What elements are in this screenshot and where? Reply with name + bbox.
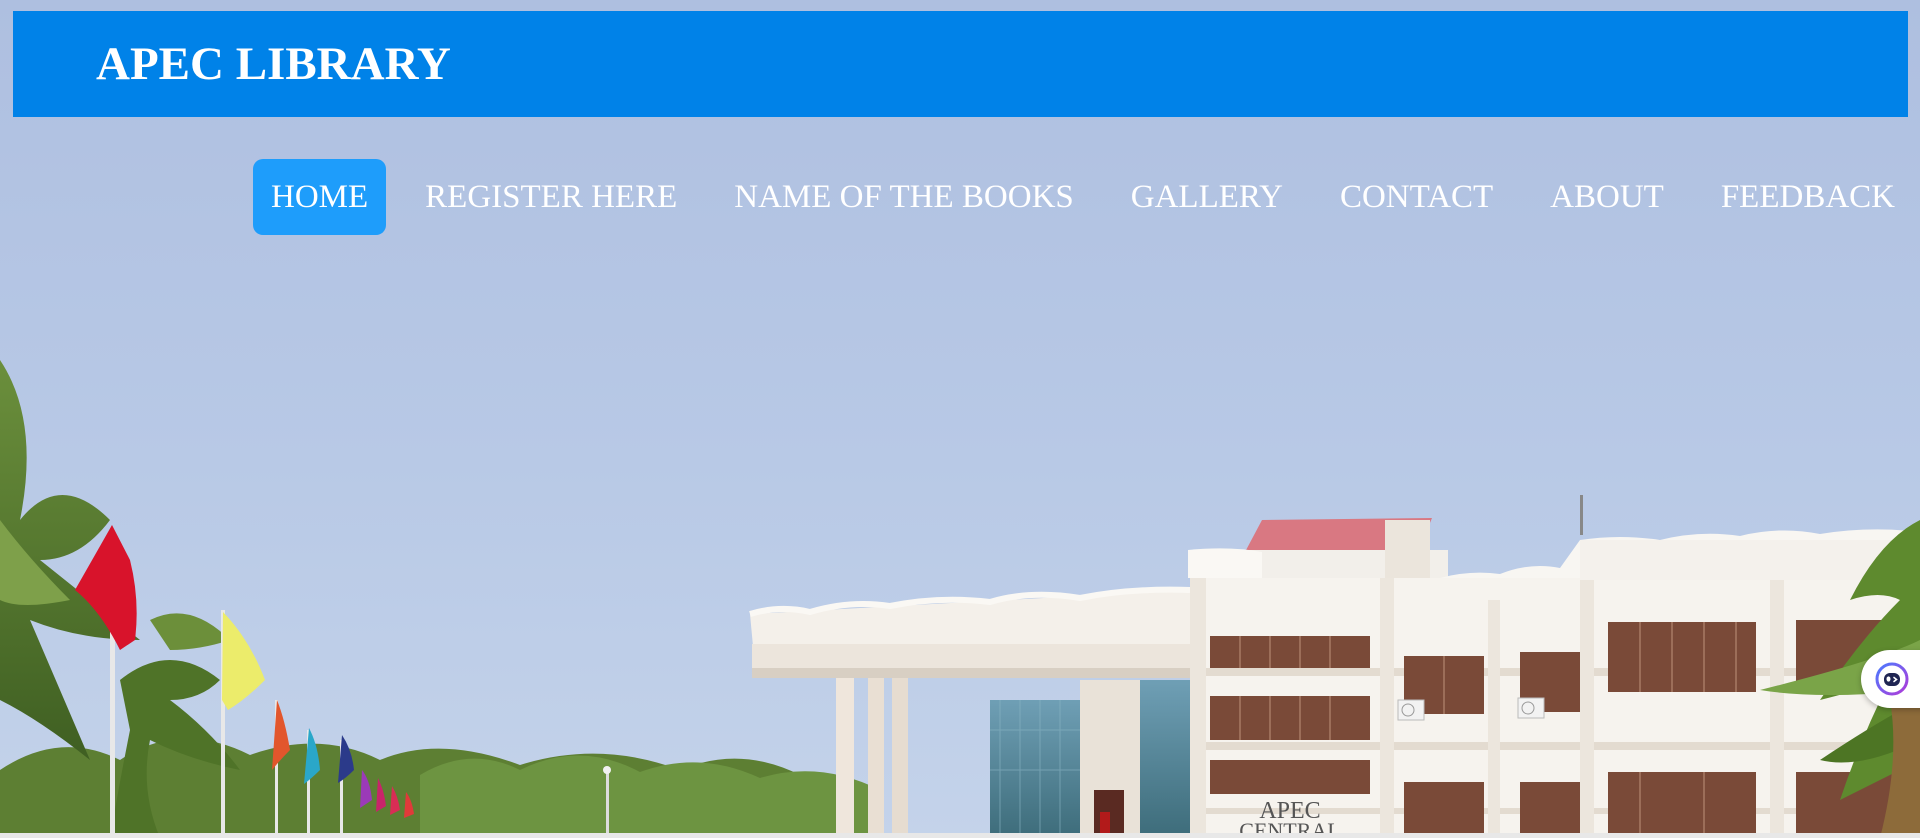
- header-bar: APEC LIBRARY: [13, 11, 1908, 117]
- site-title: APEC LIBRARY: [96, 38, 451, 90]
- nav-item-gallery[interactable]: GALLERY: [1113, 159, 1301, 235]
- nav-item-name-of-the-books[interactable]: NAME OF THE BOOKS: [716, 159, 1092, 235]
- assistant-widget-button[interactable]: [1861, 650, 1920, 708]
- nav-item-home[interactable]: HOME: [253, 159, 387, 235]
- nav-item-contact[interactable]: CONTACT: [1322, 159, 1511, 235]
- main-nav: HOME REGISTER HERE NAME OF THE BOOKS GAL…: [253, 159, 1913, 235]
- nav-item-about[interactable]: ABOUT: [1532, 159, 1682, 235]
- page-bottom-edge: [0, 833, 1920, 838]
- hero-background-image: APEC CENTRAL: [0, 0, 1920, 838]
- page: APEC CENTRAL APEC LIBRARY HOME REGISTER …: [0, 0, 1920, 838]
- assistant-face-icon: [1875, 662, 1909, 696]
- nav-item-feedback[interactable]: FEEDBACK: [1703, 159, 1913, 235]
- nav-item-register-here[interactable]: REGISTER HERE: [407, 159, 695, 235]
